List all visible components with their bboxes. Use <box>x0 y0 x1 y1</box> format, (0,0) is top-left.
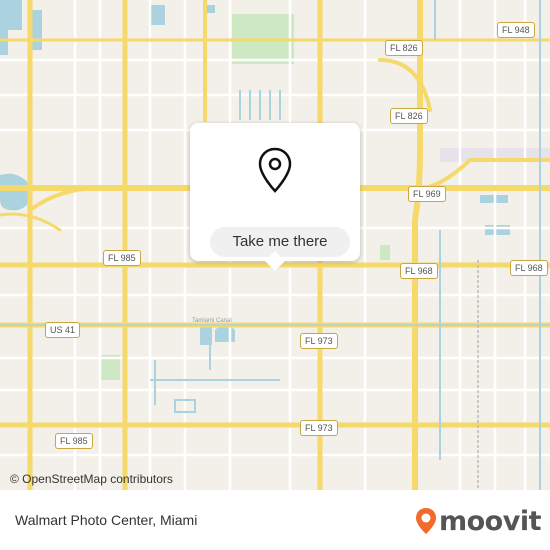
moovit-pin-icon <box>416 508 436 534</box>
place-name: Walmart Photo Center, Miami <box>15 512 198 528</box>
route-shield: US 41 <box>45 322 81 338</box>
route-shield: FL 948 <box>497 22 535 38</box>
location-pin-icon <box>258 147 292 193</box>
route-shield: FL 973 <box>300 420 338 436</box>
route-shield: FL 968 <box>400 263 438 279</box>
route-shield: FL 973 <box>300 333 338 349</box>
map-area[interactable]: Tamiami Canal FL 948 FL 826 FL 826 FL 96… <box>0 0 550 490</box>
take-me-there-button[interactable]: Take me there <box>210 227 350 261</box>
moovit-logo: moovit <box>415 505 542 537</box>
route-shield: FL 985 <box>103 250 141 266</box>
route-shield: FL 969 <box>408 186 446 202</box>
take-me-there-label: Take me there <box>210 227 350 257</box>
route-shield: FL 826 <box>385 40 423 56</box>
canal-label: Tamiami Canal <box>192 318 232 324</box>
map-attribution[interactable]: © OpenStreetMap contributors <box>10 472 173 486</box>
location-popup: Take me there <box>190 123 360 261</box>
route-shield: FL 985 <box>55 433 93 449</box>
route-shield: FL 968 <box>510 260 548 276</box>
moovit-brand-text: moovit <box>439 505 542 537</box>
route-shield: FL 826 <box>390 108 428 124</box>
